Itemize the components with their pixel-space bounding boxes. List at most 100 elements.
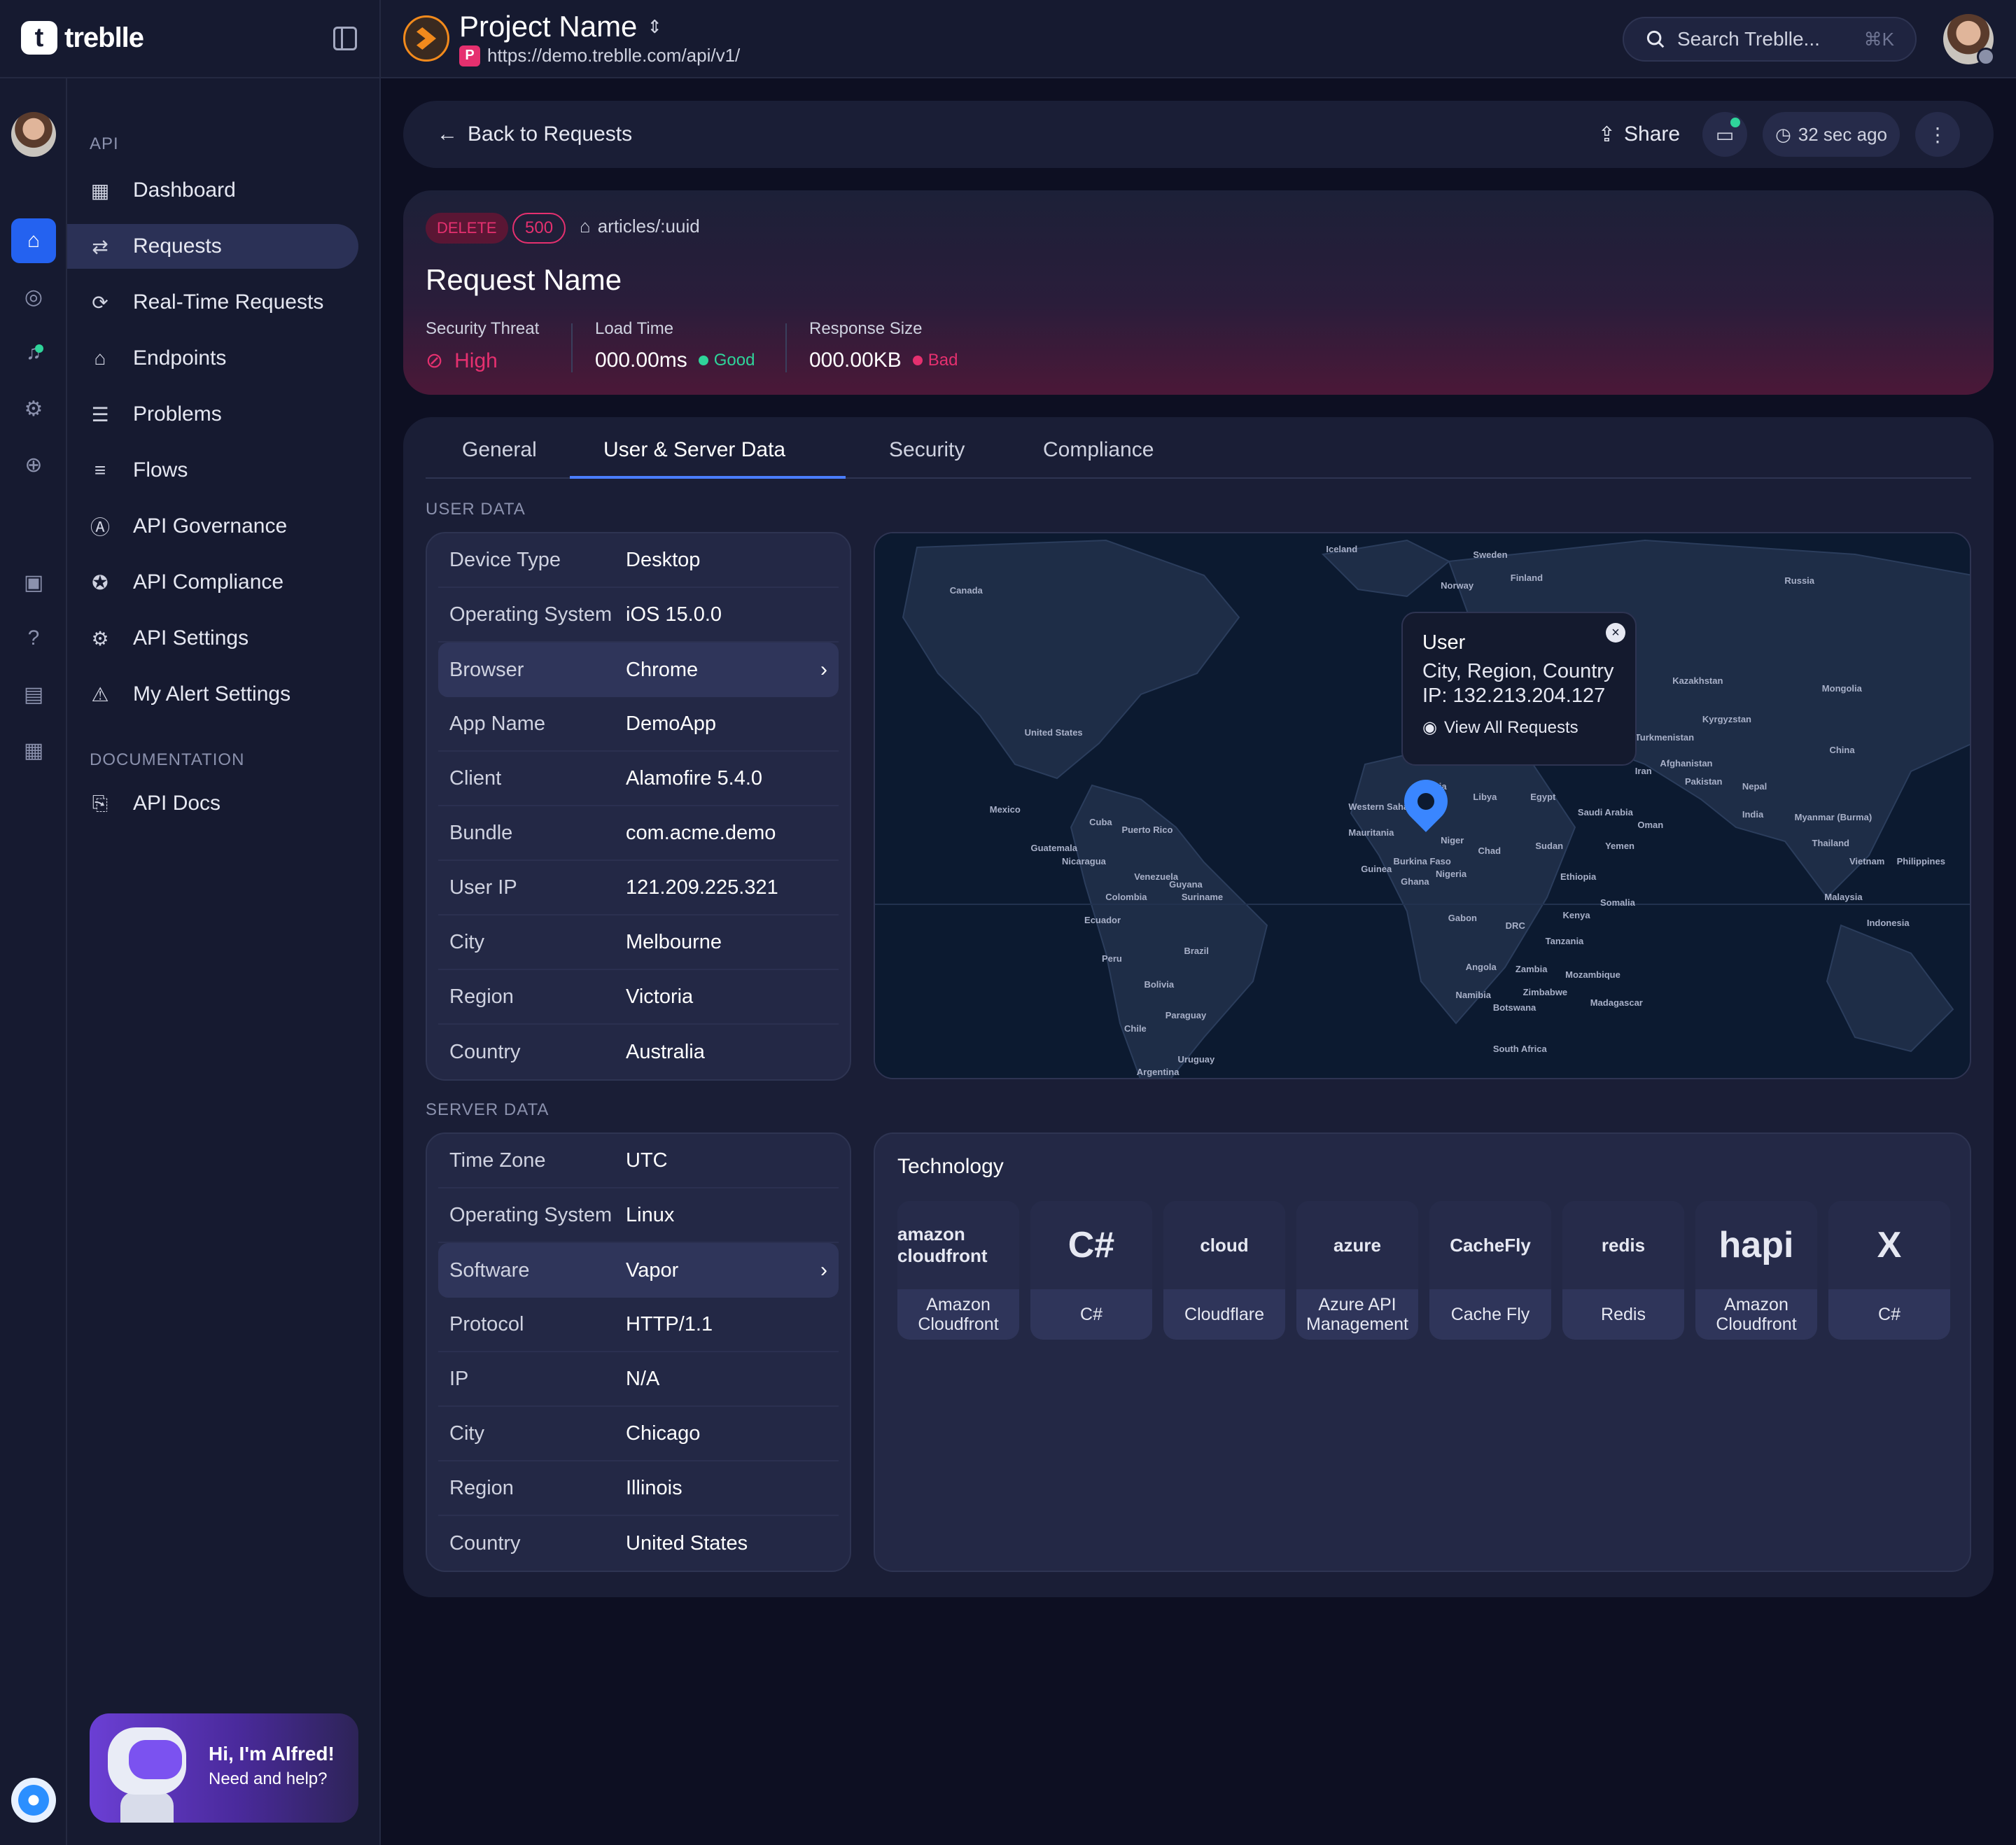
technology-name: Azure API Management [1306, 1295, 1408, 1334]
more-vertical-icon: ⋮ [1928, 123, 1947, 146]
bookmark-icon[interactable]: ▣ [17, 566, 50, 599]
topbar: Project Name ⇕ P https://demo.treblle.co… [381, 0, 2016, 78]
project-url-text: https://demo.treblle.com/api/v1/ [487, 45, 741, 66]
user-avatar[interactable] [1943, 14, 1995, 66]
sidebar-item-flows[interactable]: ≡ Flows [67, 448, 358, 493]
row-key: Region [449, 1476, 514, 1499]
sidebar-item-api-docs[interactable]: ⎘ API Docs [67, 781, 358, 826]
close-icon[interactable]: × [1606, 623, 1625, 643]
sidebar-item-label: Endpoints [133, 346, 227, 370]
search-bar[interactable]: Search Treblle... ⌘K [1623, 17, 1917, 62]
tab-user-server-data[interactable]: User & Server Data [603, 438, 785, 462]
map-label: Zambia [1515, 964, 1548, 975]
map-label: Botswana [1492, 1002, 1536, 1013]
sidebar-item-requests[interactable]: ⇄ Requests [67, 224, 358, 269]
sidebar-item-label: Flows [133, 458, 188, 482]
add-icon[interactable]: ⊕ [17, 448, 50, 482]
treblle-logo[interactable]: t treblle [21, 21, 144, 55]
map-label: Madagascar [1590, 997, 1643, 1009]
map-label: Kazakhstan [1672, 675, 1723, 687]
realtime-icon: ⟳ [92, 291, 108, 314]
sidebar-item-endpoints[interactable]: ⌂ Endpoints [67, 336, 358, 381]
row-value: com.acme.demo [626, 821, 776, 844]
view-all-requests-link[interactable]: ◉ View All Requests [1422, 717, 1616, 738]
map-label: Nigeria [1436, 869, 1467, 880]
security-label: Security Threat [426, 319, 540, 338]
technology-tile[interactable]: X C# [1828, 1201, 1950, 1340]
technology-logo-icon: azure [1296, 1201, 1418, 1289]
help-icon[interactable]: ? [17, 622, 50, 655]
technology-name: Redis [1601, 1305, 1646, 1324]
map-label: Turkmenistan [1634, 732, 1695, 743]
user-data-row[interactable]: Browser Chrome › [438, 643, 839, 697]
map-label: Kenya [1562, 909, 1590, 920]
docs-rail-icon[interactable]: ▦ [17, 734, 50, 767]
map-label: Guinea [1361, 863, 1392, 874]
sidebar-item-api-settings[interactable]: ⚙ API Settings [67, 616, 358, 661]
security-threat-stat: Security Threat ⊘ High [426, 319, 539, 373]
technology-tile[interactable]: cloud Cloudflare [1163, 1201, 1285, 1340]
technology-tile[interactable]: CacheFly Cache Fly [1429, 1201, 1551, 1340]
back-to-requests-link[interactable]: ← Back to Requests [437, 122, 632, 146]
project-url: P https://demo.treblle.com/api/v1/ [459, 45, 740, 66]
map-label: Ghana [1401, 876, 1429, 888]
row-key: Protocol [449, 1312, 524, 1335]
request-details-panel: General User & Server Data Security Comp… [403, 417, 1994, 1597]
map-label: DRC [1505, 920, 1525, 931]
chat-icon[interactable]: ▤ [17, 678, 50, 711]
share-label: Share [1624, 122, 1681, 146]
sidebar-item-my-alert-settings[interactable]: ⚠ My Alert Settings [67, 672, 358, 717]
technology-tile[interactable]: C# C# [1030, 1201, 1152, 1340]
user-data-heading: USER DATA [426, 500, 526, 519]
security-value-text: High [454, 349, 498, 372]
project-name: Project Name [459, 10, 638, 43]
sidebar-item-api-governance[interactable]: Ⓐ API Governance [67, 504, 358, 549]
map-label: Malaysia [1824, 892, 1863, 903]
map-label: Philippines [1896, 855, 1945, 867]
sidebar-item-dashboard[interactable]: ▦ Dashboard [67, 168, 358, 213]
project-logo-icon[interactable] [403, 15, 449, 62]
user-location-map[interactable]: Canada United States Mexico Cuba Puerto Rico… [874, 532, 1971, 1079]
settings-icon[interactable]: ⚙ [17, 392, 50, 426]
load-value-text: 000.00ms [595, 349, 687, 372]
tab-compliance[interactable]: Compliance [1043, 438, 1154, 462]
share-button[interactable]: ⇪ Share [1598, 122, 1680, 147]
map-label: United States [1024, 727, 1083, 738]
insights-icon[interactable]: ◎ [17, 280, 50, 314]
project-switcher[interactable]: Project Name ⇕ [459, 10, 662, 43]
technology-tile[interactable]: hapi Amazon Cloudfront [1695, 1201, 1817, 1340]
user-data-table: Device Type Desktop Operating System iOS 15… [426, 532, 851, 1081]
row-value: Victoria [626, 985, 694, 1008]
tab-security[interactable]: Security [889, 438, 965, 462]
sidebar-item-real-time-requests[interactable]: ⟳ Real-Time Requests [67, 280, 358, 325]
sidebar-item-label: API Docs [133, 792, 221, 815]
map-label: India [1742, 809, 1764, 820]
row-value: United States [626, 1531, 748, 1555]
search-icon [1646, 30, 1665, 48]
technology-tile[interactable]: redis Redis [1562, 1201, 1684, 1340]
home-icon[interactable]: ⌂ [11, 218, 56, 263]
alfred-assistant-card[interactable]: Hi, I'm Alfred! Need and help? [90, 1713, 358, 1823]
row-value: Melbourne [626, 930, 722, 953]
workspace-avatar[interactable] [11, 112, 56, 157]
server-data-row[interactable]: Software Vapor › [438, 1243, 839, 1298]
map-label: Canada [949, 585, 983, 596]
load-time-stat: Load Time 000.00ms Good [595, 319, 755, 372]
row-value: Vapor [626, 1258, 679, 1282]
sidebar-item-api-compliance[interactable]: ✪ API Compliance [67, 560, 358, 605]
back-label: Back to Requests [468, 122, 633, 146]
map-label: Gabon [1448, 912, 1477, 923]
technology-tile[interactable]: azure Azure API Management [1296, 1201, 1418, 1340]
row-value: Australia [626, 1040, 705, 1063]
sidebar-item-problems[interactable]: ☰ Problems [67, 392, 358, 437]
bell-icon[interactable]: ♫ [17, 336, 50, 370]
tab-general[interactable]: General [462, 438, 537, 462]
user-data-row: Region Victoria [438, 970, 839, 1025]
more-options-button[interactable]: ⋮ [1915, 112, 1960, 157]
sidebar-toggle-icon[interactable] [333, 27, 357, 50]
assistant-bot-icon[interactable] [11, 1778, 56, 1823]
technology-tile[interactable]: amazon cloudfront Amazon Cloudfront [897, 1201, 1019, 1340]
comments-button[interactable]: ▭ [1702, 112, 1748, 157]
row-key: IP [449, 1367, 469, 1390]
endpoint-icon: ⌂ [94, 347, 106, 369]
